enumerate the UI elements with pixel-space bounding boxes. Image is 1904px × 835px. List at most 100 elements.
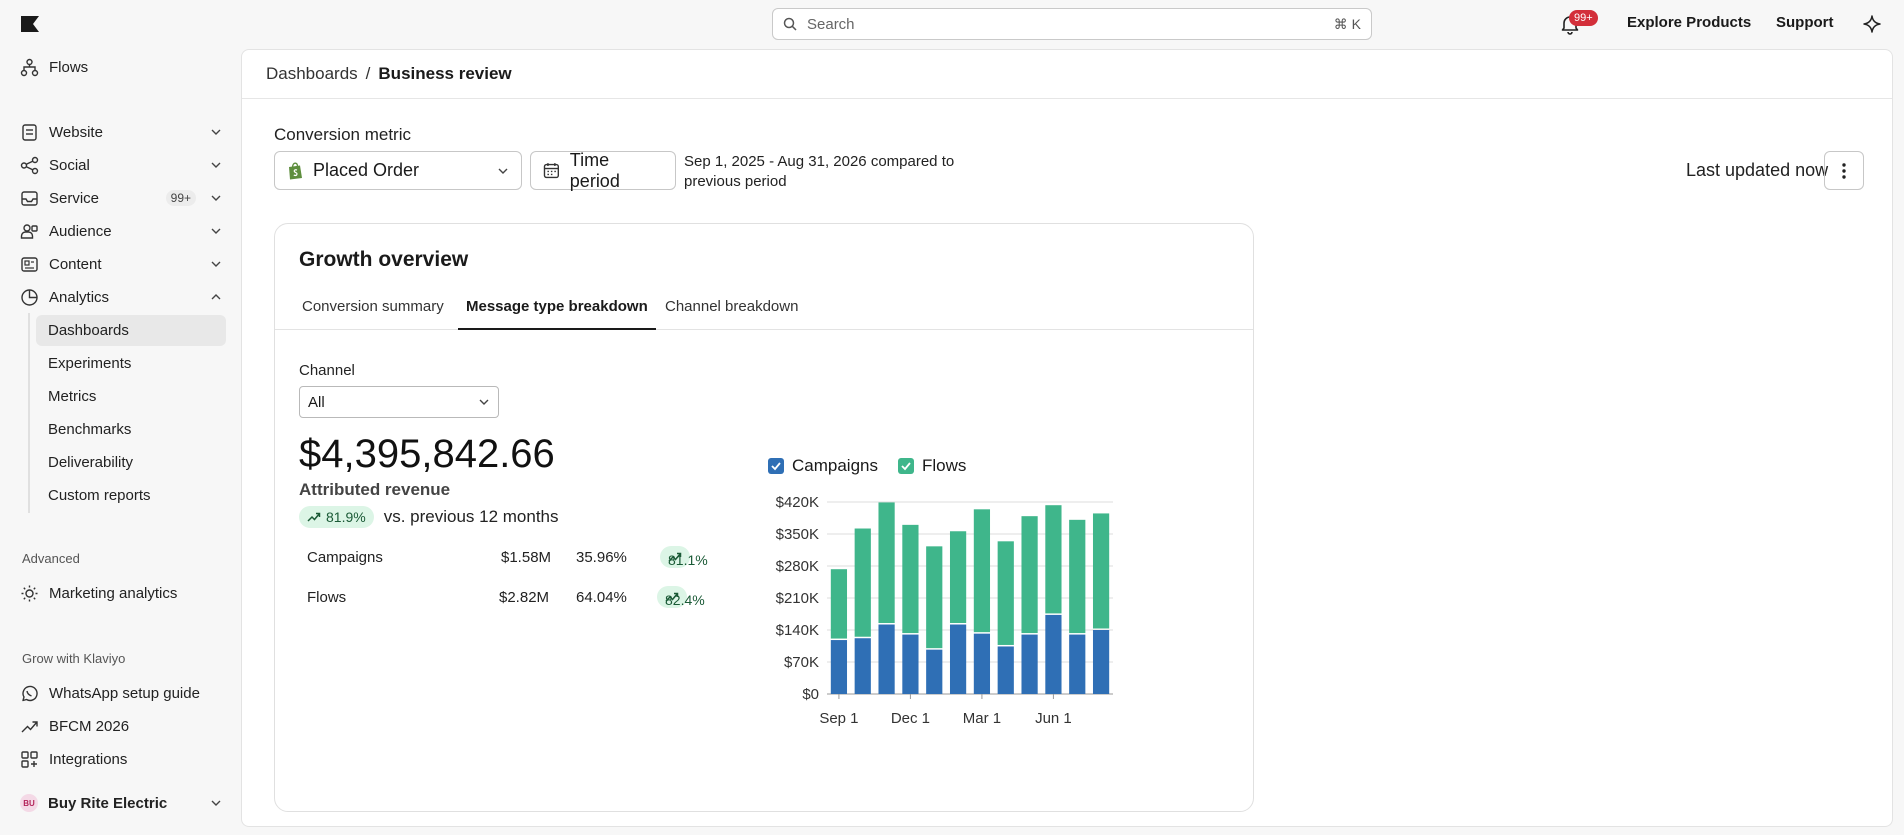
bar-campaigns	[1045, 614, 1062, 694]
chart-legend: Campaigns Flows	[768, 456, 966, 476]
account-switcher[interactable]: BU Buy Rite Electric	[20, 788, 226, 818]
bar-flows	[1021, 516, 1038, 634]
bar-campaigns	[854, 638, 871, 694]
breadcrumb-dashboards[interactable]: Dashboards	[266, 64, 358, 84]
breakdown-share: 35.96%	[576, 549, 627, 566]
sidebar-item-label: Content	[49, 255, 102, 273]
tab-message-type-breakdown[interactable]: Message type breakdown	[458, 298, 656, 330]
layout-icon	[21, 256, 38, 272]
sidebar-subitem-experiments[interactable]: Experiments	[36, 348, 226, 379]
sidebar-item-social[interactable]: Social	[20, 150, 226, 180]
sidebar-item-label: Service	[49, 189, 100, 207]
calendar-icon	[543, 163, 560, 179]
tab-channel-breakdown[interactable]: Channel breakdown	[665, 298, 798, 330]
search-icon	[783, 17, 797, 31]
conversion-metric-label: Conversion metric	[274, 125, 411, 144]
breadcrumb: Dashboards / Business review	[266, 64, 512, 84]
search-placeholder: Search	[807, 15, 855, 33]
conversion-metric-select[interactable]: Placed Order	[274, 151, 522, 190]
breadcrumb-separator: /	[365, 64, 371, 83]
explore-products-link[interactable]: Explore Products	[1627, 14, 1751, 31]
x-tick-label: Dec 1	[891, 710, 930, 727]
whatsapp-icon	[22, 685, 38, 701]
x-tick-label: Jun 1	[1035, 710, 1072, 727]
notification-badge: 99+	[1569, 10, 1598, 26]
sidebar-subitem-deliverability[interactable]: Deliverability	[36, 447, 226, 478]
bar-campaigns	[973, 633, 991, 694]
y-tick-label: $280K	[776, 558, 819, 575]
search-shortcut: ⌘ K	[1333, 15, 1361, 32]
card-title: Growth overview	[299, 248, 469, 271]
channel-label: Channel	[299, 362, 355, 379]
checkmark-icon	[901, 462, 911, 471]
sidebar-item-analytics[interactable]: Analytics	[20, 282, 226, 312]
chevron-down-icon	[479, 399, 489, 405]
clock-chart-icon	[21, 288, 38, 306]
lightbulb-icon	[21, 585, 38, 601]
sidebar-item-label: BFCM 2026	[49, 717, 130, 735]
advanced-section-label: Advanced	[22, 551, 80, 566]
y-tick-label: $350K	[776, 526, 819, 543]
sidebar-item-audience[interactable]: Audience	[20, 216, 226, 246]
klaviyo-logo-icon[interactable]	[20, 15, 40, 33]
total-revenue: $4,395,842.66	[299, 432, 555, 476]
campaigns-checkbox[interactable]	[768, 458, 784, 474]
header-divider	[242, 98, 1892, 99]
shopify-icon	[289, 162, 302, 179]
search-bar[interactable]: Search ⌘ K	[772, 8, 1372, 40]
bar-flows	[1069, 519, 1086, 634]
channel-select[interactable]: All	[299, 386, 499, 418]
sparkle-icon[interactable]	[1862, 14, 1882, 34]
support-link[interactable]: Support	[1776, 14, 1834, 31]
bar-campaigns	[926, 649, 943, 694]
breakdown-row-campaigns: Campaigns $1.58M 35.96% 81.1%	[299, 543, 743, 573]
document-icon	[22, 123, 37, 141]
tab-conversion-summary[interactable]: Conversion summary	[302, 298, 444, 330]
account-avatar: BU	[20, 794, 38, 812]
total-change-value: 81.9%	[326, 509, 366, 525]
chevron-down-icon	[211, 228, 221, 234]
chevron-down-icon	[211, 129, 221, 135]
sidebar-item-label: Integrations	[49, 750, 128, 768]
tab-bar: Conversion summary Message type breakdow…	[275, 284, 1253, 330]
sidebar-item-label: Marketing analytics	[49, 584, 178, 602]
growth-overview-card: Growth overview Conversion summary Messa…	[274, 223, 1254, 812]
trend-up-icon	[21, 720, 38, 732]
sidebar-item-label: Social	[49, 156, 90, 174]
account-name: Buy Rite Electric	[48, 794, 168, 812]
bar-flows	[1045, 505, 1062, 614]
sidebar-subitem-dashboards[interactable]: Dashboards	[36, 315, 226, 346]
sidebar-item-bfcm[interactable]: BFCM 2026	[20, 711, 226, 741]
people-icon	[20, 223, 38, 239]
main-panel: Dashboards / Business review Conversion …	[241, 49, 1893, 827]
sidebar-item-whatsapp-guide[interactable]: WhatsApp setup guide	[20, 678, 226, 708]
x-tick-label: Mar 1	[963, 710, 1001, 727]
bar-flows	[926, 546, 943, 649]
sidebar-item-website[interactable]: Website	[20, 117, 226, 147]
flows-checkbox[interactable]	[898, 458, 914, 474]
legend-flows: Flows	[922, 456, 967, 475]
sidebar-subitem-metrics[interactable]: Metrics	[36, 381, 226, 412]
grow-section-label: Grow with Klaviyo	[22, 651, 126, 666]
sidebar-item-content[interactable]: Content	[20, 249, 226, 279]
sidebar-item-service[interactable]: Service 99+	[20, 183, 226, 213]
sidebar-subitem-custom-reports[interactable]: Custom reports	[36, 480, 226, 511]
bar-campaigns	[1069, 634, 1086, 694]
compare-text: vs. previous 12 months	[383, 507, 559, 526]
sidebar-item-label: Flows	[49, 58, 89, 76]
sidebar-item-flows[interactable]: Flows	[20, 52, 226, 82]
x-tick-label: Sep 1	[819, 710, 858, 727]
grid-plus-icon	[21, 750, 38, 768]
breakdown-value: $1.58M	[501, 549, 552, 566]
bar-flows	[997, 541, 1014, 645]
channel-select-value: All	[308, 393, 325, 411]
sidebar-item-marketing-analytics[interactable]: Marketing analytics	[20, 578, 226, 608]
more-options-button[interactable]	[1824, 151, 1864, 190]
sidebar-subitem-benchmarks[interactable]: Benchmarks	[36, 414, 226, 445]
breakdown-change: 82.4%	[665, 592, 705, 608]
total-change-pill: 81.9%	[299, 506, 374, 528]
breakdown-change-pill: 82.4%	[657, 586, 705, 608]
chevron-down-icon	[211, 162, 221, 168]
sidebar-item-integrations[interactable]: Integrations	[20, 744, 226, 774]
time-period-button[interactable]: Time period	[530, 150, 676, 191]
